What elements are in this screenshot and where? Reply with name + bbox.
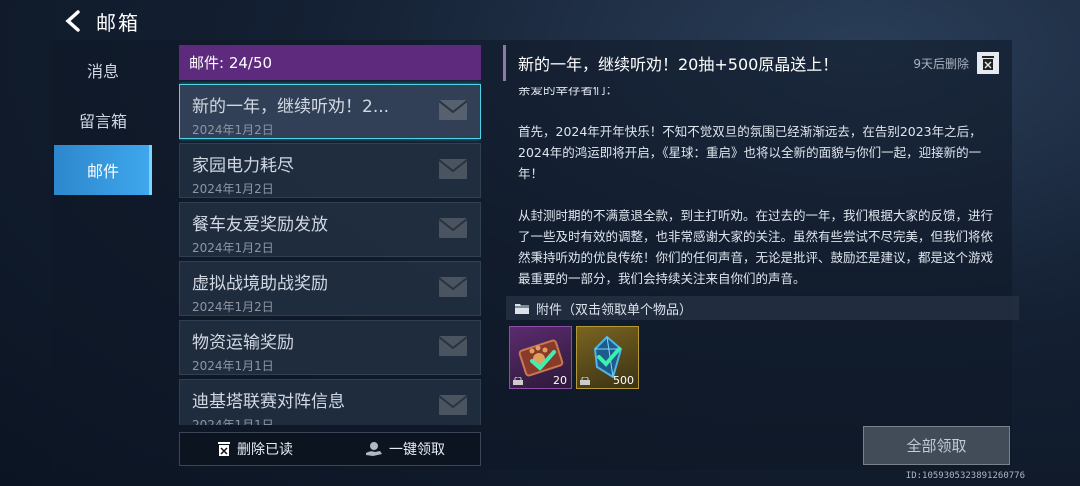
mail-detail: 新的一年，继续听劝！20抽+500原晶送上！ 9天后删除 亲爱的幸存者们： 首先… xyxy=(503,45,1019,425)
sidebar-item-mail[interactable]: 邮件 xyxy=(54,145,152,195)
mail-count: 邮件: 24/50 xyxy=(179,45,481,80)
sidebar: 消息 留言箱 邮件 xyxy=(54,45,152,195)
mail-date: 2024年1月2日 xyxy=(192,300,274,314)
delete-mail-icon[interactable] xyxy=(977,52,999,74)
mail-item[interactable]: 迪基塔联赛对阵信息 2024年1月1日 xyxy=(179,379,481,425)
mail-detail-title: 新的一年，继续听劝！20抽+500原晶送上！ xyxy=(518,55,839,74)
mail-date: 2024年1月1日 xyxy=(192,359,274,373)
attachments-header: 附件（双击领取单个物品） xyxy=(506,296,1019,320)
delete-read-button[interactable]: 删除已读 xyxy=(180,433,330,465)
envelope-icon xyxy=(438,277,468,297)
sidebar-item-guestbook[interactable]: 留言箱 xyxy=(54,95,152,145)
mail-greeting: 亲爱的幸存者们： xyxy=(518,87,619,97)
item-quantity: 20 xyxy=(553,374,567,387)
envelope-icon xyxy=(438,336,468,356)
mail-title: 迪基塔联赛对阵信息 xyxy=(192,392,345,412)
mail-body: 亲爱的幸存者们： 首先，2024年开年快乐！不知不觉双旦的氛围已经渐渐远去，在告… xyxy=(503,87,1003,287)
mail-list[interactable]: 邮件: 24/50 新的一年，继续听劝！2... 2024年1月2日 家园电力耗… xyxy=(179,45,481,425)
attachment-item[interactable]: 500 xyxy=(576,326,639,389)
claim-one-click-label: 一键领取 xyxy=(389,442,445,458)
trash-icon xyxy=(218,442,230,456)
mail-paragraph: 从封测时期的不满意退全款，到主打听劝。在过去的一年，我们根据大家的反馈，进行了一… xyxy=(518,208,994,286)
claim-one-click-button[interactable]: 一键领取 xyxy=(330,433,480,465)
mail-date: 2024年1月2日 xyxy=(192,182,274,196)
envelope-icon xyxy=(438,100,468,120)
lock-icon xyxy=(513,377,523,385)
sidebar-item-messages[interactable]: 消息 xyxy=(54,45,152,95)
folder-icon xyxy=(515,303,529,314)
mail-date: 2024年1月2日 xyxy=(192,241,274,255)
attachment-item[interactable]: 20 xyxy=(509,326,572,389)
mail-paragraph: 首先，2024年开年快乐！不知不觉双旦的氛围已经渐渐远去，在告别2023年之后，… xyxy=(518,124,982,181)
envelope-icon xyxy=(438,395,468,415)
mail-item[interactable]: 家园电力耗尽 2024年1月2日 xyxy=(179,143,481,198)
mail-item[interactable]: 物资运输奖励 2024年1月1日 xyxy=(179,320,481,375)
mail-detail-header: 新的一年，继续听劝！20抽+500原晶送上！ 9天后删除 xyxy=(503,45,1013,81)
mail-item[interactable]: 虚拟战境助战奖励 2024年1月2日 xyxy=(179,261,481,316)
page-title: 邮箱 xyxy=(96,10,140,35)
header: 邮箱 xyxy=(60,5,140,37)
mail-title: 虚拟战境助战奖励 xyxy=(192,274,328,294)
envelope-icon xyxy=(438,218,468,238)
envelope-icon xyxy=(438,159,468,179)
mail-title: 餐车友爱奖励发放 xyxy=(192,215,328,235)
hand-receive-icon xyxy=(366,442,382,456)
user-id: ID:1059305323891260776 xyxy=(905,471,1025,481)
item-quantity: 500 xyxy=(613,374,634,387)
attachments-label: 附件（双击领取单个物品） xyxy=(536,302,693,318)
mail-actions-bar: 删除已读 一键领取 xyxy=(179,432,481,466)
mail-date: 2024年1月2日 xyxy=(192,123,274,137)
attachment-items: 20 500 xyxy=(509,326,639,389)
mail-date: 2024年1月1日 xyxy=(192,418,274,425)
expire-label: 9天后删除 xyxy=(913,56,969,71)
delete-read-label: 删除已读 xyxy=(237,442,293,458)
lock-icon xyxy=(580,377,590,385)
back-arrow-icon[interactable] xyxy=(60,7,88,35)
mail-item[interactable]: 餐车友爱奖励发放 2024年1月2日 xyxy=(179,202,481,257)
mail-title: 物资运输奖励 xyxy=(192,333,294,353)
mail-item[interactable]: 新的一年，继续听劝！2... 2024年1月2日 xyxy=(179,84,481,139)
mail-title: 新的一年，继续听劝！2... xyxy=(192,97,390,117)
claim-all-button[interactable]: 全部领取 xyxy=(863,426,1010,465)
mail-title: 家园电力耗尽 xyxy=(192,156,294,176)
